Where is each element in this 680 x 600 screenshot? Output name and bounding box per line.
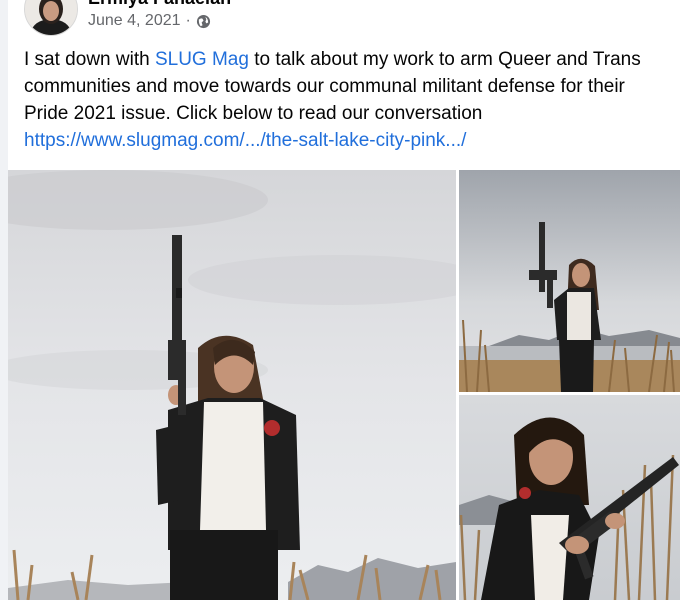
post-card: Ermiya Fanaeian June 4, 2021 · I sat dow… [8,0,680,600]
photo-bottom-right[interactable] [459,395,680,600]
globe-icon[interactable] [196,14,211,29]
meta-separator: · [185,12,191,29]
post-text-intro: I sat down with [24,49,155,70]
post-text: I sat down with SLUG Mag to talk about m… [24,46,674,154]
photo-top-right[interactable] [459,170,680,392]
post-meta: June 4, 2021 · [88,12,211,30]
post-date[interactable]: June 4, 2021 [88,12,181,30]
photo-gallery [8,170,680,600]
article-link[interactable]: https://www.slugmag.com/.../the-salt-lak… [24,127,674,154]
photo-main[interactable] [8,170,456,600]
avatar[interactable] [24,0,78,36]
post-header: Ermiya Fanaeian June 4, 2021 · [8,0,680,40]
author-name[interactable]: Ermiya Fanaeian [88,0,231,9]
mention-link[interactable]: SLUG Mag [155,49,249,70]
